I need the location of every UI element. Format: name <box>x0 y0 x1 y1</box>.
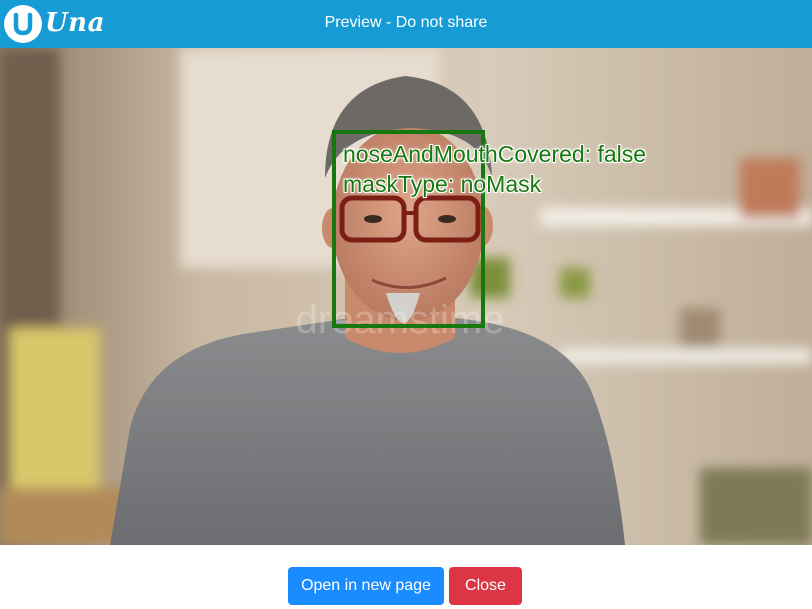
top-bar: Una Preview - Do not share <box>0 0 812 48</box>
dialog-footer: Open in new page Close <box>0 545 812 609</box>
watermark-text: dreamstime <box>296 298 505 342</box>
detection-label-mask-type: maskType: noMask <box>343 171 542 197</box>
detection-label-covered: noseAndMouthCovered: false <box>343 141 647 167</box>
page-title: Preview - Do not share <box>324 14 488 31</box>
preview-photo: dreamstime <box>0 48 812 545</box>
image-preview: dreamstime noseAndMouthCovered: false ma… <box>0 48 812 545</box>
close-button[interactable]: Close <box>449 567 522 605</box>
open-in-new-page-button[interactable]: Open in new page <box>288 567 444 605</box>
